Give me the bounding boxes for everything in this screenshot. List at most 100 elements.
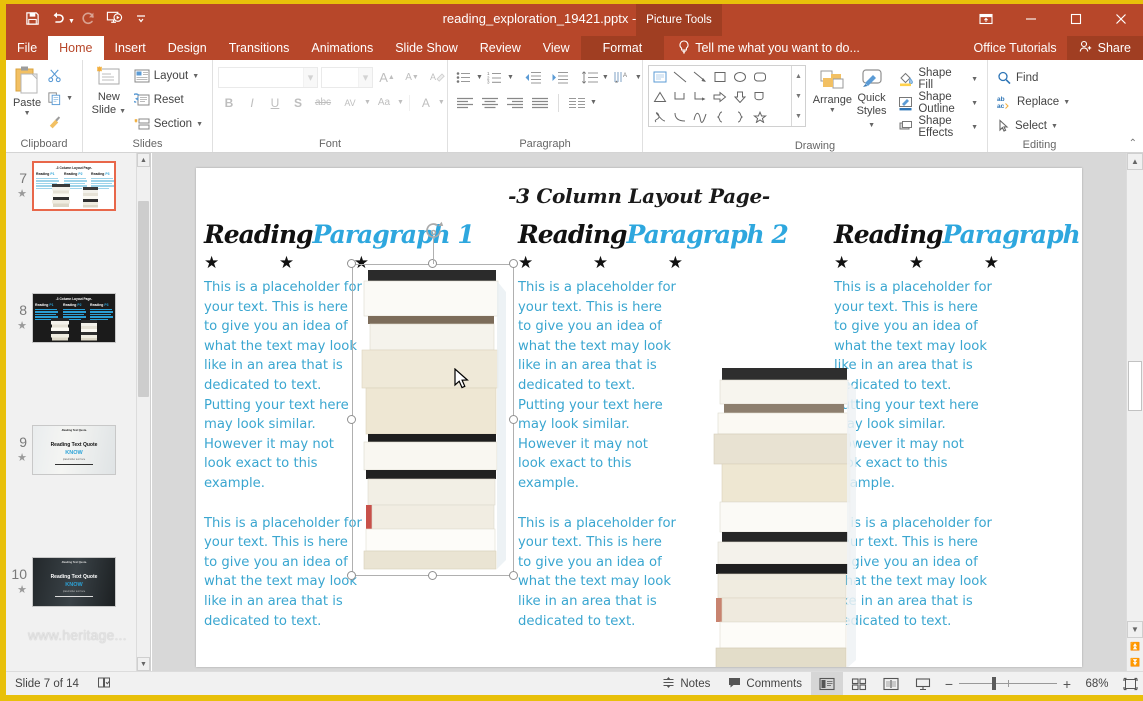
- arrange-dropdown-icon[interactable]: ▼: [829, 107, 836, 114]
- tab-review[interactable]: Review: [469, 36, 532, 60]
- thumbnail-slide-10[interactable]: 10 ★ -Reading Text Quote- Reading Text Q…: [6, 549, 150, 615]
- change-case-button[interactable]: Aa: [372, 92, 396, 113]
- shape-effects-dropdown-icon[interactable]: ▼: [971, 124, 978, 131]
- shape-wave-icon[interactable]: [690, 107, 710, 127]
- shapes-gallery-scroll[interactable]: ▲ ▼ ▼: [791, 66, 805, 126]
- tab-view[interactable]: View: [532, 36, 581, 60]
- shape-arrow-icon[interactable]: [690, 67, 710, 87]
- quick-styles-dropdown-icon[interactable]: ▼: [868, 122, 875, 129]
- column-1-body[interactable]: This is a placeholder for your text. Thi…: [204, 278, 364, 631]
- shape-elbow-connector-icon[interactable]: [670, 87, 690, 107]
- collapse-ribbon-button[interactable]: ⌃: [1129, 138, 1137, 149]
- thumbnail-scroll-up-icon[interactable]: ▲: [137, 153, 150, 167]
- slide-title[interactable]: -3 Column Layout Page-: [196, 184, 1082, 208]
- save-icon[interactable]: [20, 6, 44, 30]
- resize-handle-middle-right[interactable]: [509, 415, 518, 424]
- format-painter-button[interactable]: [43, 110, 77, 132]
- section-button[interactable]: Section ▼: [130, 113, 207, 135]
- slideshow-view-button[interactable]: [907, 672, 939, 696]
- shape-star-icon[interactable]: [750, 107, 770, 127]
- scroll-up-icon[interactable]: ▲: [1127, 153, 1143, 170]
- shape-outline-dropdown-icon[interactable]: ▼: [971, 100, 978, 107]
- copy-dropdown-icon[interactable]: ▼: [66, 95, 73, 102]
- paste-button[interactable]: Paste ▼: [11, 62, 43, 117]
- slideshow-icon[interactable]: [103, 6, 127, 30]
- arrange-button[interactable]: Arrange ▼: [812, 65, 853, 114]
- line-spacing-button[interactable]: [579, 67, 601, 88]
- undo-dropdown-icon[interactable]: ▼: [68, 18, 75, 25]
- align-right-button[interactable]: [503, 92, 527, 113]
- text-direction-dropdown-icon[interactable]: ▼: [635, 74, 642, 81]
- section-dropdown-icon[interactable]: ▼: [196, 121, 203, 128]
- shape-rectangle-icon[interactable]: [710, 67, 730, 87]
- shapes-scroll-up-icon[interactable]: ▲: [792, 66, 805, 86]
- previous-slide-icon[interactable]: ⏫: [1127, 638, 1143, 654]
- zoom-slider[interactable]: [959, 672, 1057, 696]
- slide-thumbnail-panel[interactable]: 7 ★ -3 Column Layout Page- Reading P1 Re…: [6, 153, 151, 671]
- thumbnail-scroll-down-icon[interactable]: ▼: [137, 657, 150, 671]
- book-stack-image-2[interactable]: [704, 364, 864, 667]
- select-dropdown-icon[interactable]: ▼: [1051, 123, 1058, 130]
- tab-insert[interactable]: Insert: [104, 36, 157, 60]
- thumbnail-preview[interactable]: -3 Column Layout Page- Reading P1 Readin…: [32, 293, 116, 343]
- tab-home[interactable]: Home: [48, 36, 104, 60]
- columns-button[interactable]: [565, 92, 589, 113]
- shape-line-icon[interactable]: [670, 67, 690, 87]
- font-color-button[interactable]: A: [415, 92, 437, 113]
- tell-me-search[interactable]: Tell me what you want to do...: [678, 36, 860, 60]
- select-button[interactable]: Select ▼: [993, 115, 1062, 137]
- slide-editing-area[interactable]: -3 Column Layout Page- ReadingParagraph …: [152, 153, 1126, 671]
- font-name-box[interactable]: ▾: [218, 67, 318, 88]
- thumbnail-scrollbar-thumb[interactable]: [138, 201, 149, 397]
- replace-dropdown-icon[interactable]: ▼: [1063, 99, 1070, 106]
- shape-curve-icon[interactable]: [670, 107, 690, 127]
- zoom-slider-knob[interactable]: [992, 677, 996, 690]
- column-2-body[interactable]: This is a placeholder for your text. Thi…: [518, 278, 678, 631]
- scroll-down-icon[interactable]: ▼: [1127, 621, 1143, 638]
- slide-sorter-view-button[interactable]: [843, 672, 875, 696]
- resize-handle-bottom-right[interactable]: [509, 571, 518, 580]
- find-button[interactable]: Find: [993, 67, 1042, 89]
- resize-handle-bottom-left[interactable]: [347, 571, 356, 580]
- increase-font-size-button[interactable]: A ▲: [376, 67, 398, 88]
- character-spacing-dropdown-icon[interactable]: ▼: [364, 99, 371, 106]
- shape-left-brace-icon[interactable]: [710, 107, 730, 127]
- current-slide[interactable]: -3 Column Layout Page- ReadingParagraph …: [196, 168, 1082, 667]
- zoom-out-button[interactable]: −: [939, 676, 959, 692]
- bold-button[interactable]: B: [218, 92, 240, 113]
- decrease-indent-button[interactable]: [520, 67, 546, 88]
- resize-handle-middle-left[interactable]: [347, 415, 356, 424]
- accessibility-checker-button[interactable]: [88, 672, 120, 696]
- font-name-dropdown-icon[interactable]: ▾: [303, 68, 317, 87]
- text-direction-button[interactable]: A: [610, 67, 634, 88]
- font-size-box[interactable]: ▾: [321, 67, 373, 88]
- shape-right-arrow-icon[interactable]: [710, 87, 730, 107]
- reading-view-button[interactable]: [875, 672, 907, 696]
- tab-animations[interactable]: Animations: [300, 36, 384, 60]
- reset-button[interactable]: Reset: [130, 89, 207, 111]
- numbering-button[interactable]: 123: [484, 67, 506, 88]
- increase-indent-button[interactable]: [547, 67, 573, 88]
- thumbnail-preview[interactable]: -Reading Text Quote- Reading Text Quote …: [32, 425, 116, 475]
- new-slide-dropdown-icon[interactable]: ▼: [119, 108, 126, 115]
- line-spacing-dropdown-icon[interactable]: ▼: [602, 74, 609, 81]
- shapes-gallery-more-icon[interactable]: ▼: [792, 106, 805, 126]
- column-2-heading[interactable]: ReadingParagraph 2: [518, 220, 789, 249]
- thumbnail-slide-7[interactable]: 7 ★ -3 Column Layout Page- Reading P1 Re…: [6, 153, 150, 219]
- underline-button[interactable]: U: [264, 92, 286, 113]
- comments-button[interactable]: Comments: [719, 672, 811, 696]
- thumbnail-slide-8[interactable]: 8 ★ -3 Column Layout Page- Reading P1 Re…: [6, 285, 150, 351]
- bullets-button[interactable]: [453, 67, 475, 88]
- slide-indicator[interactable]: Slide 7 of 14: [6, 672, 88, 696]
- close-button[interactable]: [1098, 4, 1143, 34]
- center-button[interactable]: [478, 92, 502, 113]
- tab-file[interactable]: File: [6, 36, 48, 60]
- tab-design[interactable]: Design: [157, 36, 218, 60]
- strikethrough-button[interactable]: abc: [310, 92, 336, 113]
- share-button[interactable]: Share: [1066, 36, 1143, 60]
- shape-elbow-arrow-icon[interactable]: [690, 87, 710, 107]
- column-3-heading[interactable]: ReadingParagraph 3: [834, 220, 1082, 249]
- bullets-dropdown-icon[interactable]: ▼: [476, 74, 483, 81]
- zoom-in-button[interactable]: +: [1057, 676, 1077, 692]
- shape-right-brace-icon[interactable]: [730, 107, 750, 127]
